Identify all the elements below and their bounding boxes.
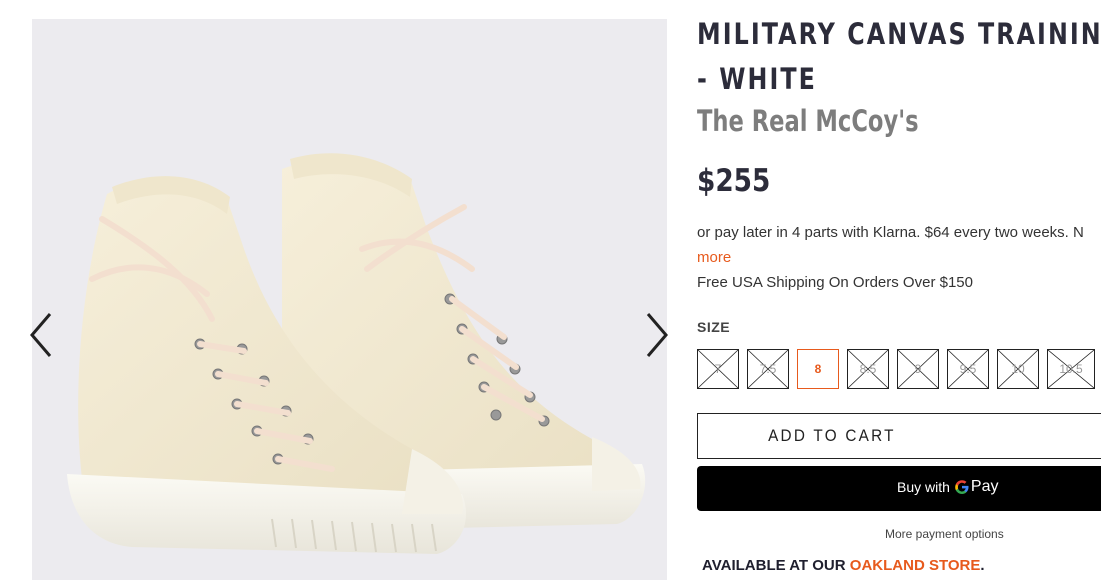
size-option-label: 7 bbox=[714, 362, 722, 376]
product-price: $255 bbox=[697, 163, 771, 199]
klarna-message: or pay later in 4 parts with Klarna. $64… bbox=[697, 224, 1084, 241]
availability-suffix: . bbox=[980, 557, 985, 574]
size-option[interactable]: 10 bbox=[997, 349, 1039, 389]
size-option-label: 8.5 bbox=[859, 362, 877, 376]
product-image bbox=[67, 153, 646, 554]
size-option[interactable]: 9.5 bbox=[947, 349, 989, 389]
product-title: MILITARY CANVAS TRAINING S - WHITE bbox=[697, 12, 1101, 102]
gallery-next-button[interactable] bbox=[642, 310, 672, 360]
product-image-gallery bbox=[32, 19, 667, 580]
size-option-selected[interactable]: 8 bbox=[797, 349, 839, 389]
size-option[interactable]: 9 bbox=[897, 349, 939, 389]
chevron-left-icon bbox=[30, 313, 52, 357]
chevron-right-icon bbox=[646, 313, 668, 357]
add-to-cart-label: ADD TO CART bbox=[768, 426, 896, 445]
gpay-pay-label: Pay bbox=[970, 478, 999, 495]
add-to-cart-button[interactable]: ADD TO CART bbox=[697, 413, 1101, 459]
size-option-label: 9 bbox=[914, 362, 922, 376]
size-option-label: 8 bbox=[814, 362, 822, 376]
size-option-label: 10.5 bbox=[1059, 362, 1083, 376]
product-title-line2: - WHITE bbox=[697, 62, 817, 96]
product-vendor[interactable]: The Real McCoy's bbox=[697, 101, 919, 141]
size-option-label: 10 bbox=[1011, 362, 1025, 376]
size-option-label: 7.5 bbox=[759, 362, 777, 376]
klarna-learn-more-link[interactable]: more bbox=[697, 245, 731, 270]
size-option-label: 9.5 bbox=[959, 362, 977, 376]
google-g-icon bbox=[955, 480, 969, 494]
size-option[interactable]: 10.5 bbox=[1047, 349, 1095, 389]
oakland-store-link[interactable]: OAKLAND STORE bbox=[850, 557, 981, 574]
store-availability: AVAILABLE AT OUR OAKLAND STORE. bbox=[702, 557, 985, 574]
gallery-prev-button[interactable] bbox=[26, 310, 56, 360]
size-option[interactable]: 7.5 bbox=[747, 349, 789, 389]
more-payment-options-link[interactable]: More payment options bbox=[885, 527, 1004, 541]
size-label: SIZE bbox=[697, 319, 731, 335]
size-option[interactable]: 8.5 bbox=[847, 349, 889, 389]
google-pay-button[interactable]: Buy with Pay bbox=[697, 466, 1101, 511]
google-pay-content: Buy with Pay bbox=[897, 478, 999, 496]
shipping-note: Free USA Shipping On Orders Over $150 bbox=[697, 274, 973, 291]
availability-prefix: AVAILABLE AT OUR bbox=[702, 557, 846, 574]
product-title-line1: MILITARY CANVAS TRAINING S bbox=[697, 17, 1101, 51]
product-info: MILITARY CANVAS TRAINING S - WHITE The R… bbox=[697, 0, 1101, 580]
gpay-buy-label: Buy with bbox=[897, 479, 950, 495]
size-option[interactable]: 7 bbox=[697, 349, 739, 389]
